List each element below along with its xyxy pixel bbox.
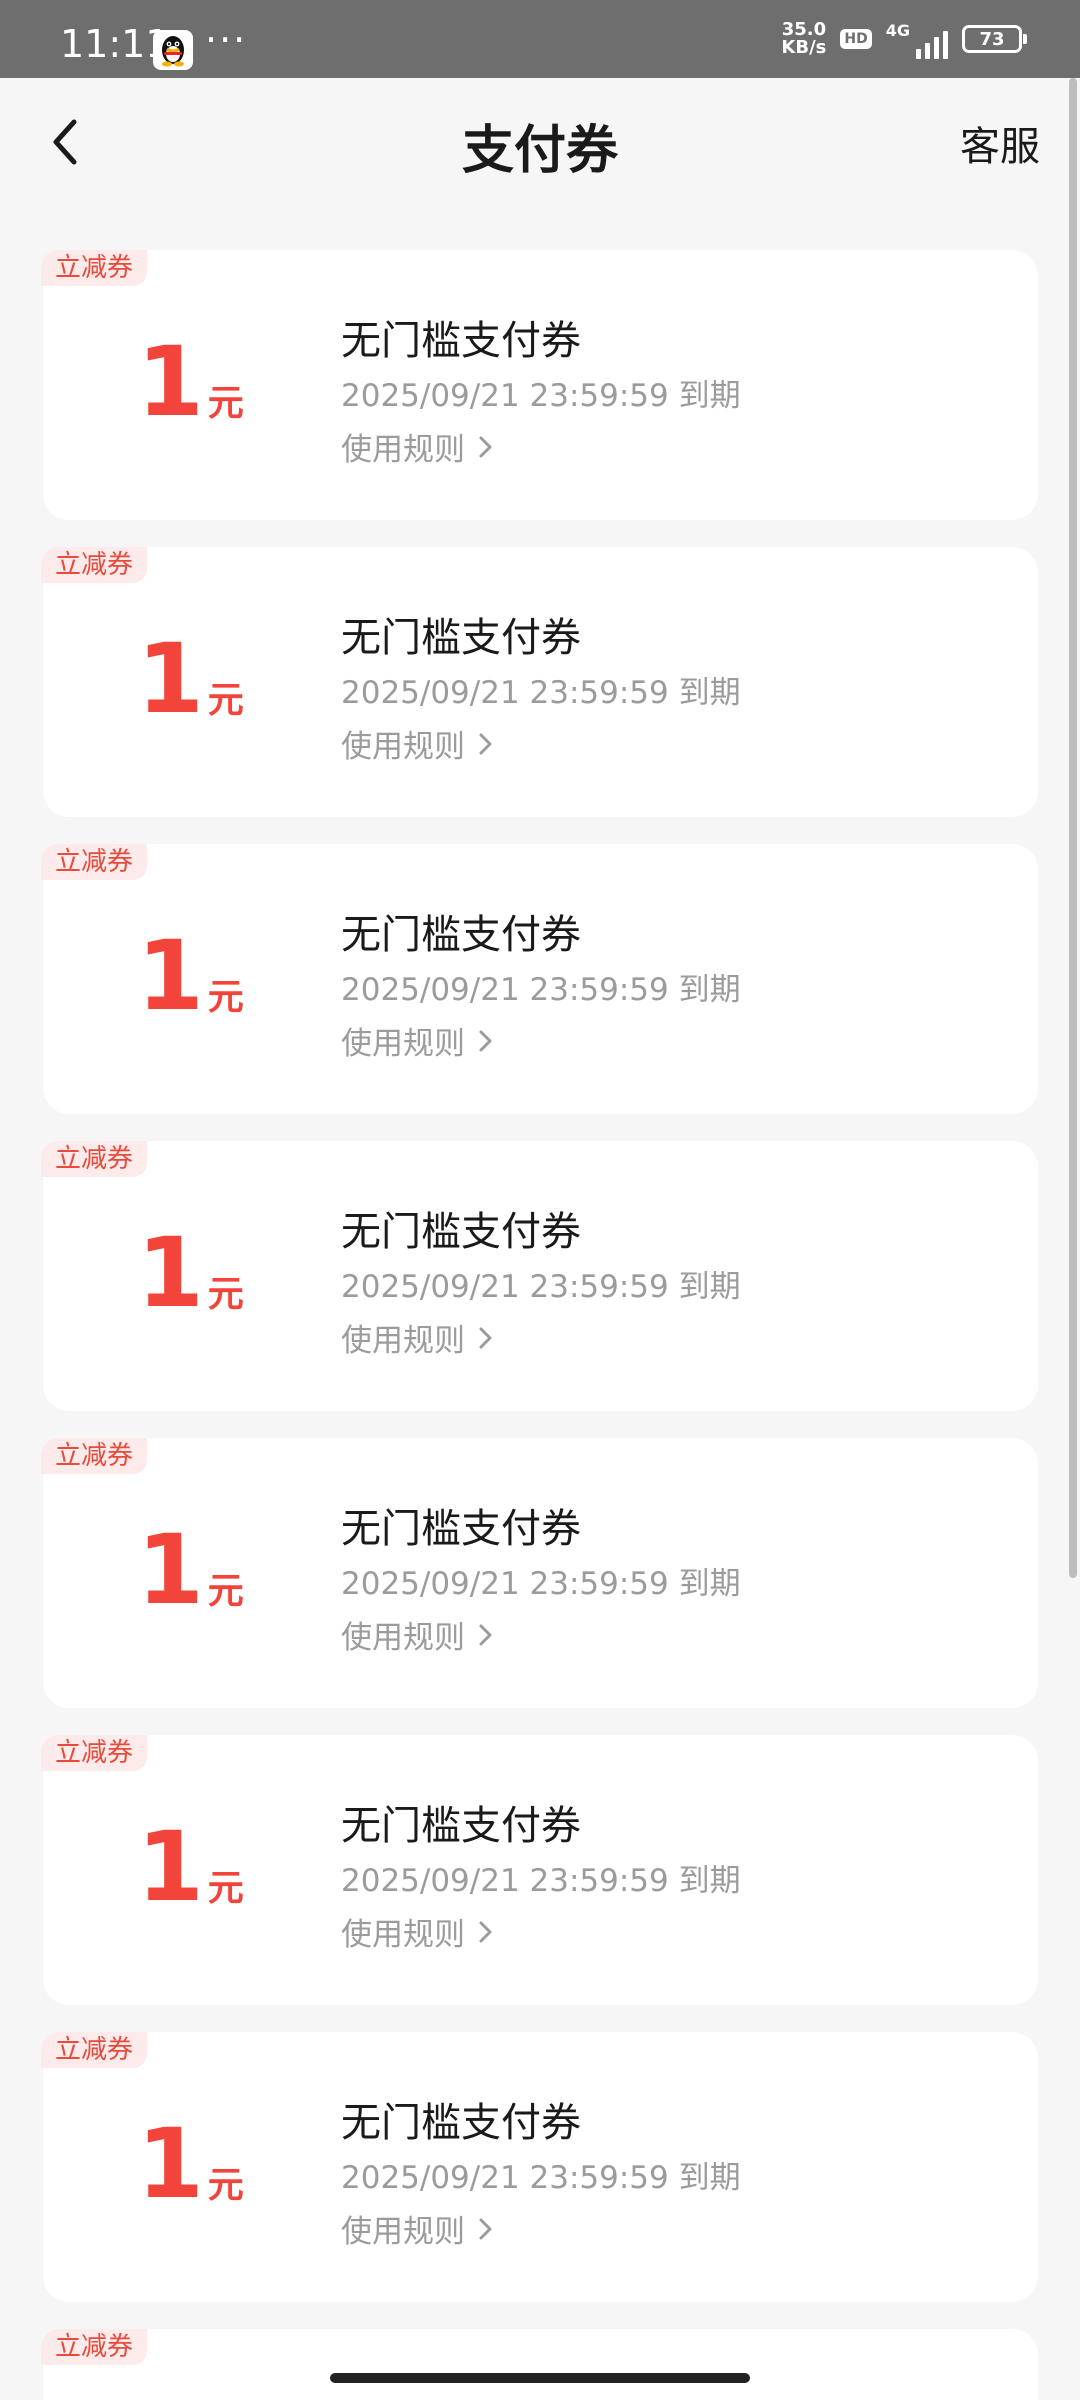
customer-service-button[interactable]: 客服: [960, 114, 1040, 172]
coupon-expiry: 2025/09/21 23:59:59 到期: [341, 675, 741, 711]
coupon-rules-link[interactable]: 使用规则: [341, 1612, 495, 1657]
coupon-name: 无门槛支付券: [341, 1803, 581, 1849]
coupon-tag: 立减券: [41, 844, 148, 880]
battery-icon: 73: [962, 25, 1027, 53]
coupon-card[interactable]: 立减券: [41, 2329, 1038, 2400]
coupon-rules-link[interactable]: 使用规则: [341, 2206, 495, 2251]
coupon-card[interactable]: 立减券 1元 无门槛支付券 2025/09/21 23:59:59 到期 使用规…: [41, 1141, 1038, 1411]
coupon-tag: 立减券: [41, 1735, 148, 1771]
status-indicators: 35.0 KB/s HD 4G 73: [781, 0, 1027, 78]
coupon-amount: 1元: [137, 326, 244, 438]
coupon-name: 无门槛支付券: [341, 2100, 581, 2146]
coupon-rules-link[interactable]: 使用规则: [341, 1909, 495, 1954]
coupon-expiry: 2025/09/21 23:59:59 到期: [341, 378, 741, 414]
coupon-tag: 立减券: [41, 547, 148, 583]
coupon-tag: 立减券: [41, 250, 148, 286]
home-indicator[interactable]: [330, 2373, 750, 2383]
coupon-rules-link[interactable]: 使用规则: [341, 1018, 495, 1063]
page-title: 支付券: [461, 121, 618, 181]
coupon-tag: 立减券: [41, 2329, 148, 2365]
scrollbar[interactable]: [1069, 78, 1077, 1578]
coupon-amount: 1元: [137, 920, 244, 1032]
coupon-card[interactable]: 立减券 1元 无门槛支付券 2025/09/21 23:59:59 到期 使用规…: [41, 844, 1038, 1114]
coupon-tag: 立减券: [41, 2032, 148, 2068]
coupon-amount: 1元: [137, 1514, 244, 1626]
coupon-tag: 立减券: [41, 1438, 148, 1474]
coupon-expiry: 2025/09/21 23:59:59 到期: [341, 1269, 741, 1305]
coupon-card[interactable]: 立减券 1元 无门槛支付券 2025/09/21 23:59:59 到期 使用规…: [41, 2032, 1038, 2302]
signal-icon: 4G: [886, 19, 948, 59]
network-speed: 35.0 KB/s: [781, 19, 827, 58]
coupon-amount: 1元: [137, 1811, 244, 1923]
qq-icon: [153, 30, 193, 70]
chevron-right-icon: [479, 1624, 492, 1645]
coupon-expiry: 2025/09/21 23:59:59 到期: [341, 972, 741, 1008]
coupon-rules-link[interactable]: 使用规则: [341, 721, 495, 766]
coupon-card[interactable]: 立减券 1元 无门槛支付券 2025/09/21 23:59:59 到期 使用规…: [41, 250, 1038, 520]
chevron-right-icon: [479, 2218, 492, 2239]
coupon-card[interactable]: 立减券 1元 无门槛支付券 2025/09/21 23:59:59 到期 使用规…: [41, 1735, 1038, 2005]
coupon-name: 无门槛支付券: [341, 912, 581, 958]
coupon-card[interactable]: 立减券 1元 无门槛支付券 2025/09/21 23:59:59 到期 使用规…: [41, 1438, 1038, 1708]
coupon-name: 无门槛支付券: [341, 1506, 581, 1552]
coupon-amount: 1元: [137, 1217, 244, 1329]
coupon-card[interactable]: 立减券 1元 无门槛支付券 2025/09/21 23:59:59 到期 使用规…: [41, 547, 1038, 817]
coupon-name: 无门槛支付券: [341, 615, 581, 661]
chevron-right-icon: [479, 733, 492, 754]
coupon-name: 无门槛支付券: [341, 1209, 581, 1255]
coupon-rules-link[interactable]: 使用规则: [341, 1315, 495, 1360]
coupon-expiry: 2025/09/21 23:59:59 到期: [341, 1863, 741, 1899]
status-bar: 11:11 ··· 35.0 KB/s HD 4G 73: [0, 0, 1080, 78]
coupon-amount: 1元: [137, 2108, 244, 2220]
coupon-expiry: 2025/09/21 23:59:59 到期: [341, 1566, 741, 1602]
hd-icon: HD: [840, 29, 872, 49]
app-header: 支付券 客服: [0, 78, 1080, 210]
chevron-right-icon: [479, 1327, 492, 1348]
coupon-rules-link[interactable]: 使用规则: [341, 424, 495, 469]
chevron-right-icon: [479, 1921, 492, 1942]
coupon-tag: 立减券: [41, 1141, 148, 1177]
chevron-right-icon: [479, 436, 492, 457]
chevron-right-icon: [479, 1030, 492, 1051]
coupon-name: 无门槛支付券: [341, 318, 581, 364]
coupon-amount: 1元: [137, 623, 244, 735]
coupon-expiry: 2025/09/21 23:59:59 到期: [341, 2160, 741, 2196]
more-notifications-icon: ···: [205, 18, 248, 62]
